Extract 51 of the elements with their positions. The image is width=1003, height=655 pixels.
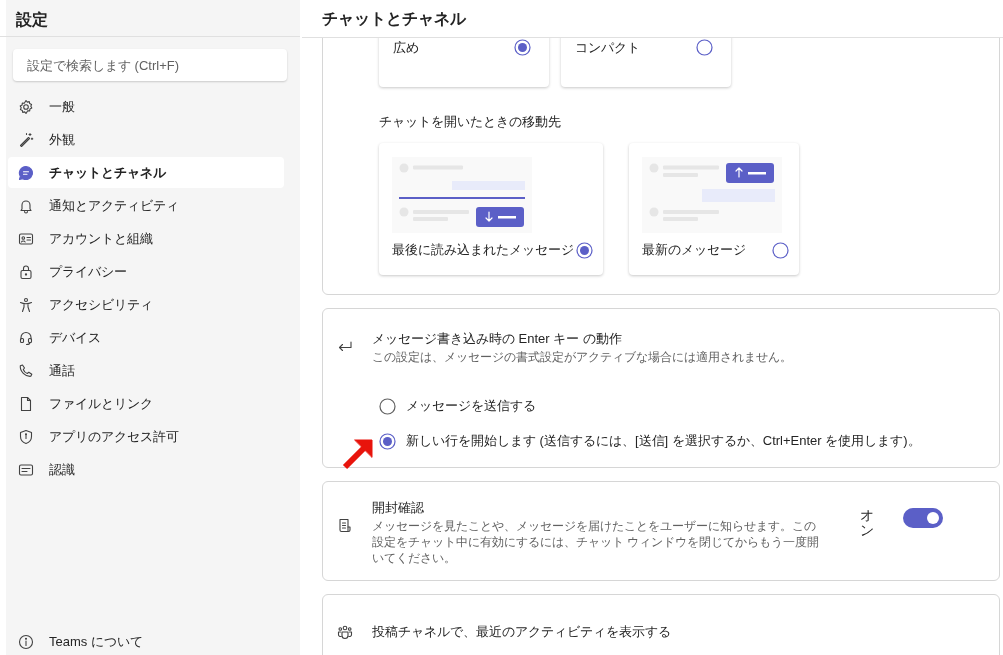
captions-icon [18, 461, 34, 478]
radio-button[interactable] [696, 39, 713, 56]
radio-button[interactable] [379, 397, 396, 415]
magic-wand-icon [18, 131, 34, 148]
receipt-icon [337, 518, 353, 534]
arrow-icon [342, 436, 376, 470]
sidebar-title: 設定 [0, 0, 300, 37]
bell-icon [18, 197, 34, 214]
document-icon [18, 395, 34, 412]
setting-title: 投稿チャネルで、最近のアクティビティを表示する [372, 623, 671, 641]
nav-item[interactable]: 外観 [8, 124, 284, 155]
radio-button[interactable] [514, 39, 531, 56]
nav-item[interactable]: デバイス [8, 322, 284, 353]
layout-option[interactable]: コンパクト [561, 38, 731, 87]
nav-item[interactable]: 一般 [8, 91, 284, 122]
nav-item[interactable]: プライバシー [8, 256, 284, 287]
nav-item[interactable]: ファイルとリンク [8, 388, 284, 419]
nav-item[interactable]: アカウントと組織 [8, 223, 284, 254]
setting-description: メッセージを見たことや、メッセージを届けたことをユーザーに知らせます。この設定をチャット中に有効にするには、チャット ウィンドウを閉じてからもう一度開いてください。 [372, 518, 821, 566]
nav-item[interactable]: 認識 [8, 454, 284, 485]
layout-option[interactable]: 広め [379, 38, 549, 87]
radio-button[interactable] [576, 241, 593, 259]
about-link[interactable]: Teams について [49, 633, 143, 651]
radio-button[interactable] [772, 241, 789, 259]
scroll-option[interactable]: 最後に読み込まれたメッセージ [379, 143, 603, 275]
settings-icon [18, 98, 34, 115]
setting-description: この設定は、メッセージの書式設定がアクティブな場合には適用されません。 [372, 349, 792, 365]
nav-item[interactable]: チャットとチャネル [8, 157, 284, 188]
shield-icon [18, 428, 34, 445]
info-icon [18, 634, 34, 650]
section-label: チャットを開いたときの移動先 [379, 113, 562, 131]
nav-item[interactable]: 通話 [8, 355, 284, 386]
people-icon [337, 624, 353, 640]
radio-label[interactable]: メッセージを送信する [406, 397, 536, 415]
nav-item[interactable]: 通知とアクティビティ [8, 190, 284, 221]
setting-title: 開封確認 [372, 499, 425, 517]
radio-button[interactable] [379, 432, 396, 450]
toggle-switch[interactable] [903, 508, 943, 528]
toggle-state-label: オン [860, 508, 874, 539]
nav-item[interactable]: アプリのアクセス許可 [8, 421, 284, 452]
accessibility-icon [18, 296, 34, 313]
search-field[interactable]: 設定で検索します (Ctrl+F) [13, 49, 287, 81]
contact-card-icon [18, 230, 34, 247]
lock-icon [18, 263, 34, 280]
setting-title: メッセージ書き込み時の Enter キー の動作 [372, 330, 623, 348]
chat-icon [18, 164, 34, 181]
radio-label[interactable]: 新しい行を開始します (送信するには、[送信] を選択するか、Ctrl+Enter を使用します)。 [406, 432, 921, 450]
scroll-option[interactable]: 最新のメッセージ [629, 143, 799, 275]
headset-icon [18, 329, 34, 346]
phone-icon [18, 362, 34, 379]
nav-item[interactable]: アクセシビリティ [8, 289, 284, 320]
